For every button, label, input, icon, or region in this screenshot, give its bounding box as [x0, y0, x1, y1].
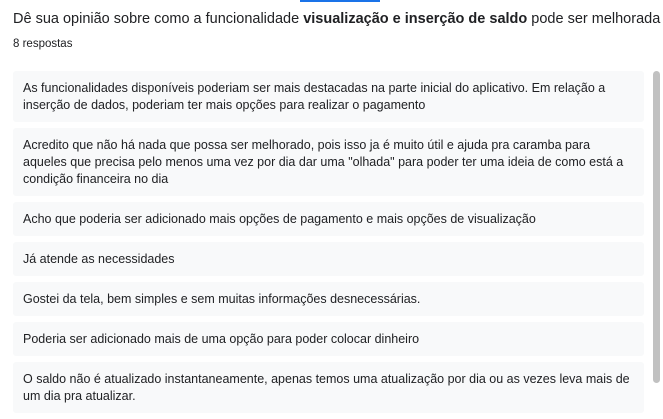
top-accent-bar	[300, 0, 380, 2]
response-item: O saldo não é atualizado instantaneament…	[13, 362, 644, 413]
response-item: Acredito que não há nada que possa ser m…	[13, 128, 644, 196]
question-title-bold: visualização e inserção de saldo	[303, 11, 528, 27]
response-list: As funcionalidades disponíveis poderiam …	[13, 71, 644, 419]
response-count: 8 respostas	[13, 38, 73, 50]
question-title: Dê sua opinião sobre como a funcionalida…	[13, 9, 660, 29]
question-title-prefix: Dê sua opinião sobre como a funcionalida…	[13, 11, 304, 27]
scrollbar-track[interactable]	[653, 71, 660, 383]
response-item: Acho que poderia ser adicionado mais opç…	[13, 202, 644, 236]
response-item: As funcionalidades disponíveis poderiam …	[13, 71, 644, 122]
response-item: Gostei da tela, bem simples e sem muitas…	[13, 282, 644, 316]
response-item: Poderia ser adicionado mais de uma opção…	[13, 322, 644, 356]
response-item: Já atende as necessidades	[13, 242, 644, 276]
scrollbar-thumb[interactable]	[653, 71, 660, 383]
question-title-suffix: pode ser melhorada	[527, 11, 661, 27]
